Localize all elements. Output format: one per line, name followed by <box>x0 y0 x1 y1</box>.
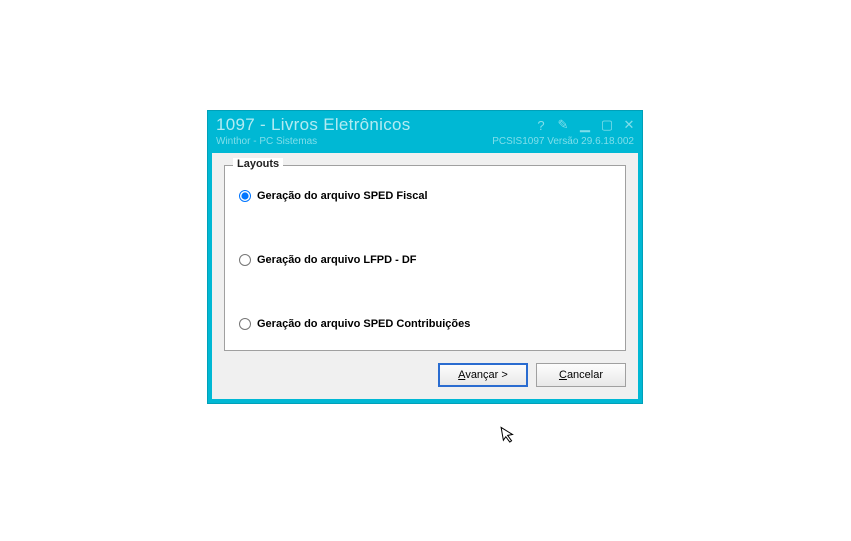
button-bar: Avançar > Cancelar <box>224 363 626 387</box>
radio-row-sped-contrib[interactable]: Geração do arquivo SPED Contribuições <box>239 318 611 330</box>
cancel-button[interactable]: Cancelar <box>536 363 626 387</box>
radio-lfpd-df[interactable] <box>239 254 251 266</box>
app-version: PCSIS1097 Versão 29.6.18.002 <box>492 136 634 147</box>
radio-row-sped-fiscal[interactable]: Geração do arquivo SPED Fiscal <box>239 190 611 202</box>
help-icon[interactable]: ? <box>534 118 548 133</box>
radio-label-sped-fiscal[interactable]: Geração do arquivo SPED Fiscal <box>257 190 428 202</box>
spacer <box>239 202 611 238</box>
maximize-icon[interactable]: ▢ <box>600 117 614 133</box>
app-vendor: Winthor - PC Sistemas <box>216 136 317 147</box>
close-icon[interactable]: ✕ <box>622 117 636 133</box>
radio-label-sped-contrib[interactable]: Geração do arquivo SPED Contribuições <box>257 318 470 330</box>
titlebar-subline: Winthor - PC Sistemas PCSIS1097 Versão 2… <box>216 136 634 147</box>
client-area: Layouts Geração do arquivo SPED Fiscal G… <box>212 153 638 399</box>
cursor-icon <box>500 424 520 451</box>
advance-button[interactable]: Avançar > <box>438 363 528 387</box>
cancel-accel: C <box>559 369 567 381</box>
groupbox-legend: Layouts <box>233 158 283 170</box>
spacer <box>239 266 611 302</box>
titlebar-controls: ? ✎ ▁ ▢ ✕ <box>534 117 636 133</box>
radio-sped-contrib[interactable] <box>239 318 251 330</box>
edit-icon[interactable]: ✎ <box>556 117 570 133</box>
radio-sped-fiscal[interactable] <box>239 190 251 202</box>
layouts-groupbox: Layouts Geração do arquivo SPED Fiscal G… <box>224 165 626 351</box>
cancel-rest: ancelar <box>567 369 603 381</box>
minimize-icon[interactable]: ▁ <box>578 117 592 133</box>
app-window: 1097 - Livros Eletrônicos Winthor - PC S… <box>207 110 643 404</box>
titlebar: 1097 - Livros Eletrônicos Winthor - PC S… <box>208 111 642 153</box>
radio-row-lfpd-df[interactable]: Geração do arquivo LFPD - DF <box>239 254 611 266</box>
advance-rest: vançar > <box>465 369 508 381</box>
radio-label-lfpd-df[interactable]: Geração do arquivo LFPD - DF <box>257 254 417 266</box>
